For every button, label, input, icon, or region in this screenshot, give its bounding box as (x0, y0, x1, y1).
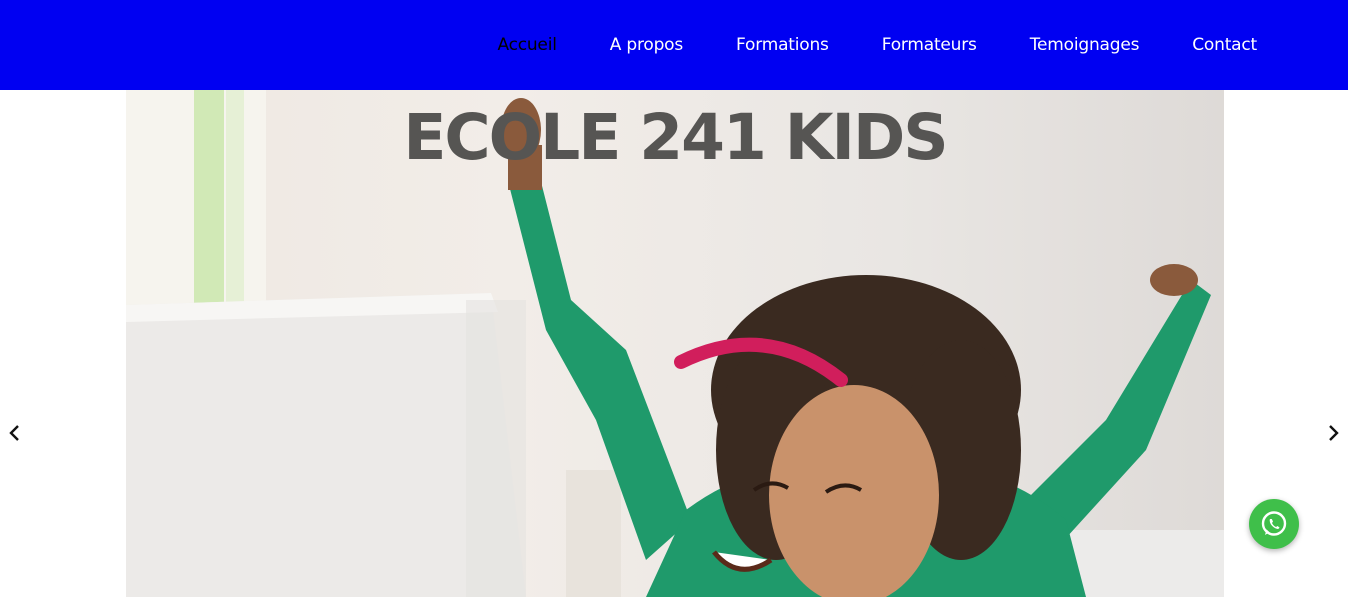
nav-item-contact[interactable]: Contact (1192, 35, 1257, 55)
whatsapp-icon (1261, 511, 1287, 536)
nav-item-formations[interactable]: Formations (736, 35, 829, 55)
nav-item-temoignages[interactable]: Temoignages (1030, 35, 1140, 55)
hero-title: ECOLE 241 KIDS (403, 101, 948, 174)
nav-item-a-propos[interactable]: A propos (610, 35, 683, 55)
chevron-left-icon (9, 425, 19, 441)
carousel-next-button[interactable] (1294, 400, 1348, 464)
carousel-prev-button[interactable] (0, 400, 54, 464)
navbar: Accueil A propos Formations Formateurs T… (0, 0, 1348, 90)
whatsapp-button[interactable] (1249, 499, 1299, 549)
chevron-right-icon (1329, 425, 1339, 441)
nav-item-accueil[interactable]: Accueil (497, 35, 557, 55)
main-nav: Accueil A propos Formations Formateurs T… (497, 0, 1257, 90)
nav-item-formateurs[interactable]: Formateurs (882, 35, 977, 55)
hero-slide: ECOLE 241 KIDS (126, 90, 1224, 597)
